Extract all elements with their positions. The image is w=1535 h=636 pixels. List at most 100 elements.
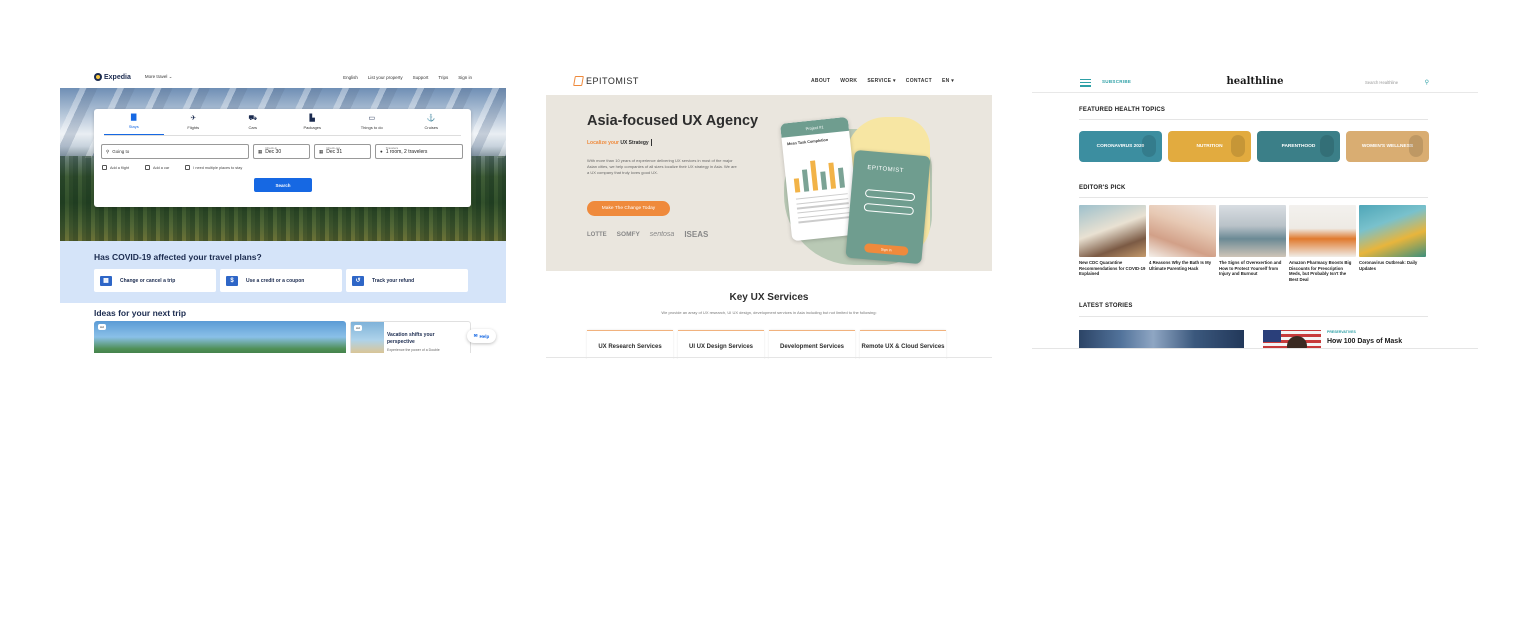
ticket-icon: ▭	[368, 114, 376, 122]
tab-flights[interactable]: ✈ Flights	[164, 109, 224, 135]
mockup-bar	[828, 162, 837, 189]
expedia-screenshot: Expedia More travel ⌄ English List your …	[60, 66, 506, 353]
tab-stays[interactable]: ▇ Stays	[104, 109, 164, 135]
editors-pick-title: EDITOR'S PICK	[1079, 185, 1126, 191]
more-travel-menu[interactable]: More travel ⌄	[145, 74, 173, 80]
latest-story-image-flag[interactable]	[1263, 330, 1321, 349]
editors-pick-card[interactable]: Coronavirus Outbreak: Daily Updates	[1359, 205, 1426, 282]
topic-coronavirus[interactable]: CORONAVIRUS 2020	[1079, 131, 1162, 162]
service-card-ui-ux-design[interactable]: UI UX Design Services	[678, 330, 764, 359]
tab-cars[interactable]: ⛟ Cars	[223, 109, 283, 135]
latest-story-image[interactable]	[1079, 330, 1244, 349]
epitomist-logo[interactable]: EPITOMIST	[573, 75, 639, 86]
nav-contact[interactable]: CONTACT	[906, 78, 932, 84]
expedia-logo[interactable]: Expedia	[94, 73, 131, 81]
editors-picks: New CDC Quarantine Recommendations for C…	[1079, 205, 1426, 282]
mockup-input	[864, 188, 916, 202]
check-in-field[interactable]: ▦ Check-in Dec 30	[253, 144, 310, 159]
tab-things-to-do[interactable]: ▭ Things to do	[342, 109, 402, 135]
services-subtitle: We provide an array of UX research, UI U…	[661, 310, 877, 315]
card-label: Use a credit or a coupon	[246, 277, 305, 284]
going-to-input[interactable]: ⚲ Going to	[101, 144, 249, 159]
ideas-card-image: Ad	[351, 322, 384, 353]
checkbox-box	[145, 165, 150, 170]
phone-mockup-login: EPITOMIST Sign In	[845, 149, 931, 265]
language-selector[interactable]: EN ▾	[942, 78, 954, 84]
mockup-input	[863, 202, 915, 216]
search-input[interactable]: Search Healthline ⚲	[1365, 77, 1429, 88]
tab-label: Cars	[248, 124, 257, 130]
track-refund-card[interactable]: ↺ Track your refund	[346, 269, 468, 292]
topic-womens-wellness[interactable]: WOMEN'S WELLNESS	[1346, 131, 1429, 162]
search-button[interactable]: Search	[254, 178, 312, 192]
checkbox-label: I need multiple places to stay	[193, 165, 243, 170]
tab-packages[interactable]: ▙ Packages	[283, 109, 343, 135]
epitomist-hero: Asia-focused UX Agency Localize your UX …	[546, 95, 992, 271]
nav-service[interactable]: SERVICE ▾	[867, 78, 895, 84]
nav-work[interactable]: WORK	[840, 78, 857, 84]
section-rule	[1079, 119, 1428, 120]
latest-story-title[interactable]: How 100 Days of Mask	[1327, 337, 1427, 346]
article-title: 4 Reasons Why the Bath Is My Ultimate Pa…	[1149, 260, 1212, 271]
editors-pick-card[interactable]: 4 Reasons Why the Bath Is My Ultimate Pa…	[1149, 205, 1216, 282]
calendar-icon: ▦	[319, 148, 324, 154]
section-rule	[1079, 316, 1428, 317]
ad-badge: Ad	[98, 324, 106, 330]
client-logo-iseas: ISEAS	[684, 230, 709, 239]
chat-icon: ✉	[473, 333, 478, 338]
article-image	[1359, 205, 1426, 257]
use-credit-card[interactable]: $ Use a credit or a coupon	[220, 269, 342, 292]
add-car-checkbox[interactable]: Add a car	[145, 165, 169, 170]
support-link[interactable]: Support	[413, 75, 429, 80]
article-title: The Signs of Overexertion and How to Pro…	[1219, 260, 1282, 277]
check-out-value: Dec 31	[326, 149, 343, 156]
checkbox-box	[102, 165, 107, 170]
travelers-value: 1 room, 2 travelers	[385, 149, 428, 156]
list-property-link[interactable]: List your property	[368, 75, 403, 80]
mockup-bar	[793, 178, 801, 193]
sign-in-link[interactable]: Sign in	[458, 75, 472, 80]
change-cancel-trip-card[interactable]: ▦ Change or cancel a trip	[94, 269, 216, 292]
help-button[interactable]: ✉ Help	[467, 329, 496, 343]
cta-button[interactable]: Make The Change Today	[587, 201, 670, 216]
ideas-hero-image[interactable]: Ad	[94, 321, 346, 353]
package-icon: ▙	[309, 114, 315, 122]
location-pin-icon: ⚲	[106, 148, 110, 154]
service-card-development[interactable]: Development Services	[769, 330, 855, 359]
ideas-card[interactable]: Ad Vacation shifts your perspective Expe…	[350, 321, 471, 353]
article-title: Amazon Pharmacy Boosts Big Discounts for…	[1289, 260, 1352, 282]
service-card-ux-research[interactable]: UX Research Services	[587, 330, 673, 359]
mockup-table	[795, 193, 851, 226]
editors-pick-card[interactable]: New CDC Quarantine Recommendations for C…	[1079, 205, 1146, 282]
language-link[interactable]: English	[343, 75, 358, 80]
expedia-logo-icon	[94, 73, 102, 81]
coupon-icon: $	[226, 275, 238, 286]
section-divider	[546, 357, 992, 358]
client-logos: LOTTE SOMFY sentosa ISEAS	[587, 230, 708, 239]
topic-nutrition[interactable]: NUTRITION	[1168, 131, 1251, 162]
nav-about[interactable]: ABOUT	[811, 78, 830, 84]
refund-icon: ↺	[352, 275, 364, 286]
card-label: Track your refund	[372, 277, 415, 284]
trips-link[interactable]: Trips	[438, 75, 448, 80]
services-title: Key UX Services	[729, 292, 809, 303]
ship-icon: ⚓	[426, 114, 436, 122]
check-out-field[interactable]: ▦ Check-out Dec 31	[314, 144, 371, 159]
article-image	[1079, 205, 1146, 257]
article-title: New CDC Quarantine Recommendations for C…	[1079, 260, 1146, 277]
service-card-remote-ux[interactable]: Remote UX & Cloud Services	[860, 330, 946, 359]
mockup-bar	[810, 160, 819, 191]
tab-cruises[interactable]: ⚓ Cruises	[402, 109, 462, 135]
add-flight-checkbox[interactable]: Add a flight	[102, 165, 129, 170]
travelers-field[interactable]: ● Travelers 1 room, 2 travelers	[375, 144, 463, 159]
multiple-places-checkbox[interactable]: I need multiple places to stay	[185, 165, 242, 170]
editors-pick-card[interactable]: The Signs of Overexertion and How to Pro…	[1219, 205, 1286, 282]
tab-label: Stays	[128, 124, 139, 129]
text-cursor	[650, 139, 652, 146]
subheadline-strong: UX Strategy	[620, 139, 649, 146]
topic-parenthood[interactable]: PARENTHOOD	[1257, 131, 1340, 162]
search-icon[interactable]: ⚲	[1425, 79, 1429, 86]
editors-pick-card[interactable]: Amazon Pharmacy Boosts Big Discounts for…	[1289, 205, 1356, 282]
mockup-bar	[837, 167, 846, 188]
featured-topics: CORONAVIRUS 2020 NUTRITION PARENTHOOD WO…	[1079, 131, 1429, 162]
